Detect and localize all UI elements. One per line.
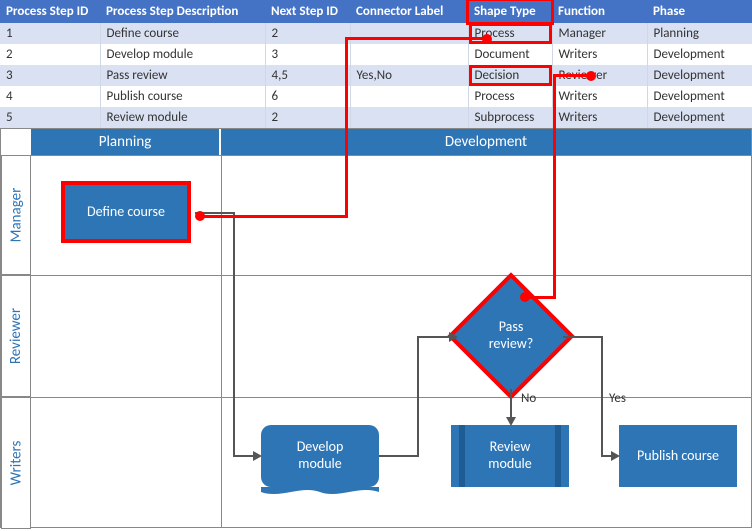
cell[interactable]: Pass review xyxy=(100,65,265,86)
table-row[interactable]: 1 Define course 2 Process Manager Planni… xyxy=(0,23,752,44)
phase-header-planning: Planning xyxy=(31,129,221,155)
cell[interactable]: Define course xyxy=(100,23,265,44)
cell-shape-type[interactable]: Process xyxy=(468,23,552,44)
cell[interactable]: Writers xyxy=(552,107,647,128)
callout-line xyxy=(553,74,556,298)
document-wave-icon xyxy=(261,487,379,497)
callout-dot xyxy=(482,34,492,44)
arrow-icon xyxy=(611,451,620,461)
cell[interactable]: 2 xyxy=(265,23,350,44)
phase-divider xyxy=(221,155,222,527)
cell[interactable]: Review module xyxy=(100,107,265,128)
cell[interactable] xyxy=(350,44,468,65)
shape-label: Review module xyxy=(488,439,531,473)
cell[interactable]: Develop module xyxy=(100,44,265,65)
cell[interactable]: Development xyxy=(647,44,752,65)
shape-define-course[interactable]: Define course xyxy=(61,181,191,243)
table-header-row: Process Step ID Process Step Description… xyxy=(0,0,752,23)
shape-publish-course[interactable]: Publish course xyxy=(619,425,737,487)
cell[interactable]: Writers xyxy=(552,86,647,107)
cell[interactable]: Manager xyxy=(552,23,647,44)
shape-label: Publish course xyxy=(637,448,719,465)
connector-label-yes: Yes xyxy=(609,391,626,406)
connector xyxy=(601,336,603,456)
th-next-id[interactable]: Next Step ID xyxy=(265,0,350,23)
shape-label: Define course xyxy=(87,204,165,221)
cell[interactable] xyxy=(350,107,468,128)
table-row[interactable]: 2 Develop module 3 Document Writers Deve… xyxy=(0,44,752,65)
table-row[interactable]: 5 Review module 2 Subprocess Writers Dev… xyxy=(0,107,752,128)
lane-label-reviewer: Reviewer xyxy=(1,275,31,397)
phase-header-development: Development xyxy=(221,129,751,155)
arrow-icon xyxy=(506,417,516,426)
cell[interactable]: Subprocess xyxy=(468,107,552,128)
connector xyxy=(417,336,419,457)
cell[interactable]: Writers xyxy=(552,44,647,65)
connector xyxy=(233,455,253,457)
arrow-icon xyxy=(449,332,458,342)
cell[interactable]: 2 xyxy=(265,107,350,128)
cell[interactable]: 3 xyxy=(0,65,100,86)
th-function[interactable]: Function xyxy=(552,0,647,23)
th-conn-label[interactable]: Connector Label xyxy=(350,0,468,23)
swimlane-diagram: Planning Development Manager Reviewer Wr… xyxy=(0,128,752,528)
th-step-id[interactable]: Process Step ID xyxy=(0,0,100,23)
callout-dot xyxy=(195,211,205,221)
connector xyxy=(563,336,603,338)
callout-line xyxy=(553,74,589,77)
connector xyxy=(233,212,235,456)
cell[interactable]: 3 xyxy=(265,44,350,65)
cell[interactable]: 6 xyxy=(265,86,350,107)
arrow-icon xyxy=(253,451,262,461)
lane-label-manager: Manager xyxy=(1,155,31,275)
cell[interactable]: Document xyxy=(468,44,552,65)
cell[interactable]: Process xyxy=(468,86,552,107)
lane-bg xyxy=(31,275,751,397)
lane-label-writers: Writers xyxy=(1,397,31,529)
cell[interactable]: Development xyxy=(647,86,752,107)
table-row[interactable]: 3 Pass review 4,5 Yes,No Decision Review… xyxy=(0,65,752,86)
cell[interactable]: Development xyxy=(647,107,752,128)
cell[interactable]: 5 xyxy=(0,107,100,128)
cell[interactable]: 1 xyxy=(0,23,100,44)
callout-dot xyxy=(520,292,530,302)
cell[interactable]: Publish course xyxy=(100,86,265,107)
connector xyxy=(379,455,419,457)
cell[interactable] xyxy=(350,86,468,107)
callout-line xyxy=(345,37,348,217)
connector xyxy=(510,389,512,419)
callout-line xyxy=(198,215,348,218)
cell[interactable]: Development xyxy=(647,65,752,86)
cell[interactable]: Planning xyxy=(647,23,752,44)
cell[interactable] xyxy=(350,23,468,44)
shape-label: Develop module xyxy=(297,439,344,473)
shape-develop-module[interactable]: Develop module xyxy=(261,425,379,487)
cell[interactable]: 4 xyxy=(0,86,100,107)
cell[interactable]: 4,5 xyxy=(265,65,350,86)
th-phase[interactable]: Phase xyxy=(647,0,752,23)
th-step-desc[interactable]: Process Step Description xyxy=(100,0,265,23)
table-row[interactable]: 4 Publish course 6 Process Writers Devel… xyxy=(0,86,752,107)
th-shape-type[interactable]: Shape Type xyxy=(468,0,552,23)
connector-label-no: No xyxy=(521,391,536,406)
cell[interactable]: 2 xyxy=(0,44,100,65)
cell-shape-type[interactable]: Decision xyxy=(468,65,552,86)
shape-review-module[interactable]: Review module xyxy=(451,425,569,487)
cell[interactable]: Yes,No xyxy=(350,65,468,86)
process-table: Process Step ID Process Step Description… xyxy=(0,0,752,128)
callout-line xyxy=(345,37,485,40)
callout-dot xyxy=(586,71,596,81)
connector xyxy=(417,336,449,338)
